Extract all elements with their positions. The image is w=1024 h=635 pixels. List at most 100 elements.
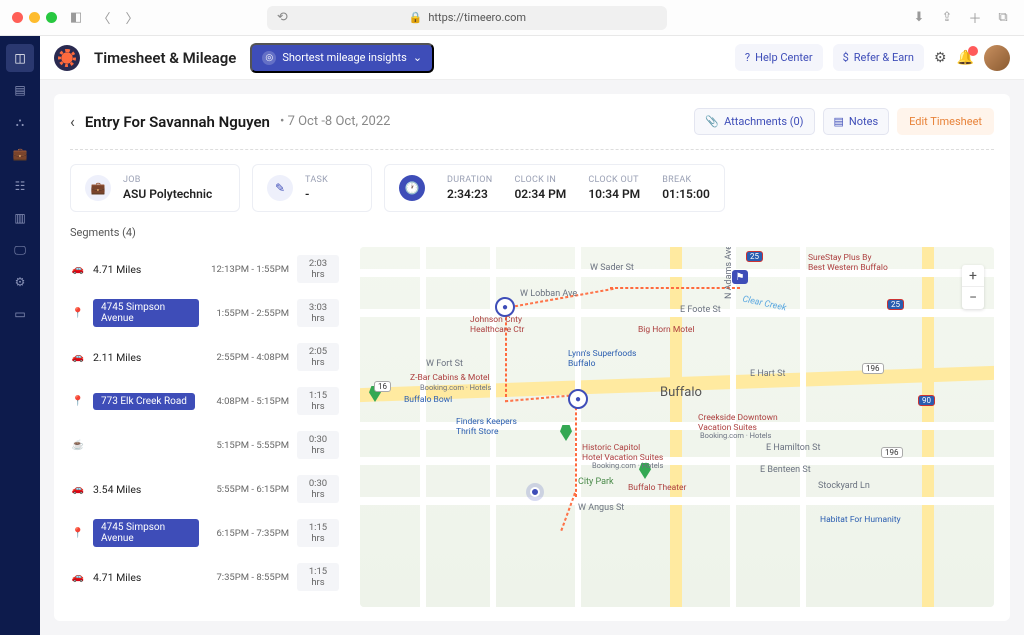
edit-timesheet-button[interactable]: Edit Timesheet	[897, 108, 994, 135]
car-icon: 🚗	[71, 264, 85, 275]
sidebar-item-schedule[interactable]: ☷	[6, 172, 34, 200]
map-shield-2: 196	[881, 447, 903, 458]
clockin-label: CLOCK IN	[514, 175, 566, 185]
job-value: ASU Polytechnic	[123, 187, 212, 201]
duration-label: DURATION	[447, 175, 492, 185]
car-icon: 🚗	[71, 484, 85, 495]
segment-main: 4745 Simpson Avenue	[93, 519, 199, 547]
entry-prefix: Entry For	[85, 113, 146, 131]
segment-main: 2.11 Miles	[93, 351, 199, 364]
segments-title: Segments (4)	[70, 226, 994, 239]
segment-row[interactable]: 🚗2.11 Miles2:55PM - 4:08PM2:05 hrs	[70, 335, 340, 379]
task-value: -	[305, 187, 328, 201]
coffee-icon: ☕	[71, 440, 85, 451]
minimize-window[interactable]	[29, 12, 40, 23]
segment-address-chip: 773 Elk Creek Road	[93, 393, 195, 410]
segment-row[interactable]: ☕ 5:15PM - 5:55PM 0:30 hrs	[70, 423, 340, 467]
sidebar-item-display[interactable]: ▭	[6, 300, 34, 328]
help-center-button[interactable]: ? Help Center	[735, 44, 823, 71]
map-street-4: E Hart St	[750, 369, 785, 379]
segment-time: 4:08PM - 5:15PM	[207, 396, 289, 407]
divider	[70, 149, 994, 150]
zoom-in-button[interactable]: +	[962, 265, 984, 287]
entry-header: ‹ Entry For Savannah Nguyen • 7 Oct -8 O…	[70, 108, 994, 135]
sidebar-item-monitor[interactable]: 🖵	[6, 236, 34, 264]
segment-main: 4745 Simpson Avenue	[93, 299, 199, 327]
sidebar-item-people[interactable]: ⛬	[6, 108, 34, 136]
segment-row[interactable]: 🚗4.71 Miles12:13PM - 1:55PM2:03 hrs	[70, 247, 340, 291]
map-street-1: W Sader St	[590, 263, 634, 273]
help-label: Help Center	[755, 51, 813, 64]
segment-row[interactable]: 🚗3.54 Miles5:55PM - 6:15PM0:30 hrs	[70, 467, 340, 511]
time-card: 🕐 DURATION 2:34:23 CLOCK IN 02:34 PM CLO…	[384, 164, 725, 212]
lock-icon: 🔒	[409, 11, 423, 24]
map-shield-5: 90	[918, 395, 935, 406]
info-cards: 💼 JOB ASU Polytechnic ✎ TASK -	[70, 164, 994, 212]
notes-label: Notes	[849, 115, 878, 128]
notes-button[interactable]: ▤ Notes	[823, 108, 890, 135]
logo[interactable]	[54, 45, 80, 71]
map-poi-hospital: Johnson Cnty Healthcare Ctr	[470, 315, 524, 335]
segment-row[interactable]: 🚗4.71 Miles7:35PM - 8:55PM1:15 hrs	[70, 555, 340, 599]
clock-icon: 🕐	[399, 175, 425, 201]
map-pin-1[interactable]: ●	[495, 297, 515, 317]
sidebar-item-settings[interactable]: ⚙	[6, 268, 34, 296]
segment-time: 5:15PM - 5:55PM	[207, 440, 289, 451]
gift-icon: $	[843, 51, 849, 64]
zoom-out-button[interactable]: −	[962, 287, 984, 309]
help-icon: ?	[745, 51, 750, 64]
segment-duration: 1:15 hrs	[297, 387, 339, 415]
sidebar-item-timesheets[interactable]: ▤	[6, 76, 34, 104]
segment-time: 7:35PM - 8:55PM	[207, 572, 289, 583]
back-icon[interactable]: 〈	[95, 8, 113, 27]
forward-icon[interactable]: 〉	[123, 8, 141, 27]
share-icon[interactable]: ⇪	[938, 8, 956, 27]
gear-icon[interactable]: ⚙	[934, 50, 947, 66]
tabs-icon[interactable]: ⧉	[994, 8, 1012, 27]
map-street-5: W Angus St	[578, 503, 624, 513]
map-poi-cabins: Z-Bar Cabins & Motel	[410, 373, 490, 383]
break-value: 01:15:00	[662, 187, 710, 201]
map-city-label: Buffalo	[660, 385, 702, 400]
attachments-button[interactable]: 📎 Attachments (0)	[694, 108, 814, 135]
clockin-value: 02:34 PM	[514, 187, 566, 201]
segment-duration: 0:30 hrs	[297, 431, 339, 459]
map-poi-capitol-sub: Booking.com · Hotels	[592, 461, 663, 470]
segment-row[interactable]: 📍773 Elk Creek Road4:08PM - 5:15PM1:15 h…	[70, 379, 340, 423]
url-text: https://timeero.com	[428, 11, 526, 24]
refer-label: Refer & Earn	[854, 51, 914, 64]
note-icon: ▤	[834, 115, 844, 128]
map-poi-park: City Park	[578, 477, 614, 487]
segment-time: 2:55PM - 4:08PM	[207, 352, 289, 363]
insights-button[interactable]: ◎ Shortest mileage insights ⌄	[250, 43, 434, 73]
job-card: 💼 JOB ASU Polytechnic	[70, 164, 240, 212]
task-label: TASK	[305, 175, 328, 185]
map-poi-cabins-sub: Booking.com · Hotels	[420, 383, 491, 392]
map-poi-habitat: Habitat For Humanity	[820, 515, 901, 525]
refer-button[interactable]: $ Refer & Earn	[833, 44, 924, 71]
close-window[interactable]	[12, 12, 23, 23]
url-bar[interactable]: ⟲ 🔒 https://timeero.com	[267, 6, 667, 30]
sidebar-item-dashboard[interactable]: ◫	[6, 44, 34, 72]
map-flag[interactable]: ⚑	[732, 270, 748, 284]
new-tab-icon[interactable]: ＋	[966, 8, 984, 27]
segment-row[interactable]: 📍4745 Simpson Avenue1:55PM - 2:55PM3:03 …	[70, 291, 340, 335]
task-icon: ✎	[267, 175, 293, 201]
bell-icon[interactable]: 🔔	[957, 50, 974, 66]
reload-icon[interactable]: ⟲	[273, 10, 291, 25]
map-shield-1: 196	[862, 363, 884, 374]
back-chevron-icon[interactable]: ‹	[70, 112, 75, 131]
page-title: Timesheet & Mileage	[94, 49, 236, 67]
sidebar-toggle-icon[interactable]: ◧	[67, 10, 85, 25]
avatar[interactable]	[984, 45, 1010, 71]
download-icon[interactable]: ⬇	[910, 8, 928, 27]
sidebar-item-jobs[interactable]: 💼	[6, 140, 34, 168]
pin-icon: 📍	[71, 308, 85, 319]
maximize-window[interactable]	[46, 12, 57, 23]
segment-row[interactable]: 📍4745 Simpson Avenue6:15PM - 7:35PM1:15 …	[70, 511, 340, 555]
map-pin-2[interactable]: ●	[568, 389, 588, 409]
sidebar-item-reports[interactable]: ▥	[6, 204, 34, 232]
clockout-label: CLOCK OUT	[588, 175, 640, 185]
map-poi-theater: Buffalo Theater	[628, 483, 686, 493]
map[interactable]: ● ● ⚑ Buffalo Johnson Cnty Healthcare Ct…	[360, 247, 994, 607]
